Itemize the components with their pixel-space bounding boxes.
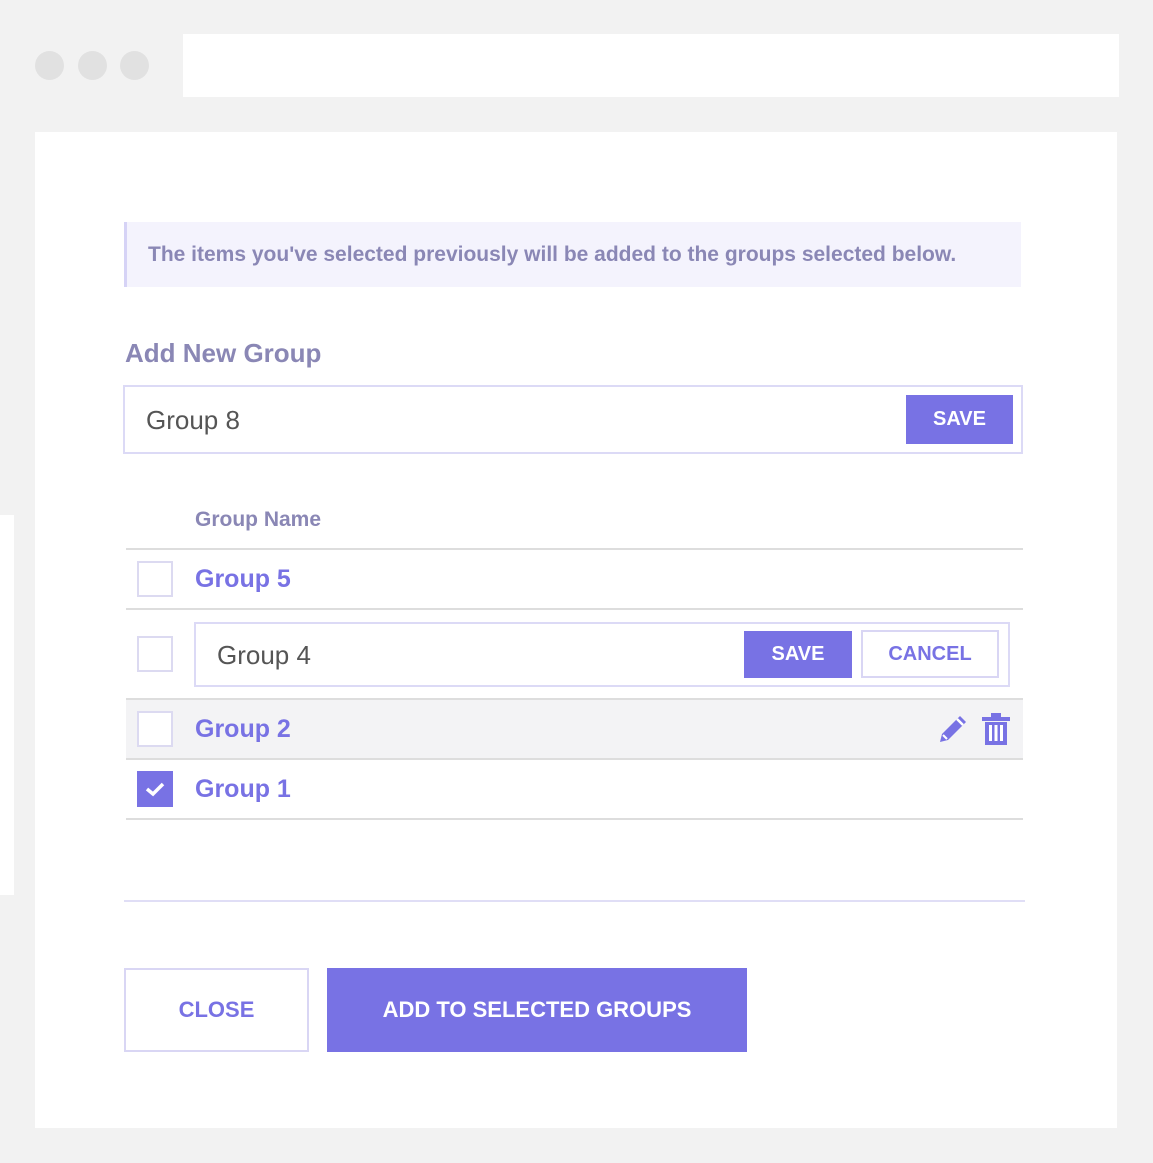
close-button[interactable]: CLOSE [124,968,309,1052]
group-5-label: Group 5 [195,565,291,593]
window-close-dot[interactable] [35,51,64,80]
group-2-label: Group 2 [195,715,291,743]
row-divider [126,608,1023,610]
add-new-group-title: Add New Group [125,338,322,368]
edit-group-input[interactable] [217,635,717,675]
window-maximize-dot[interactable] [120,51,149,80]
group-2-checkbox[interactable] [137,711,173,747]
row-divider [126,698,1023,700]
save-edit-button[interactable]: SAVE [744,631,852,678]
checkmark-icon [145,782,165,797]
add-to-selected-groups-button[interactable]: ADD TO SELECTED GROUPS [327,968,747,1052]
info-notice-text: The items you've selected previously wil… [148,242,957,266]
footer-divider [124,900,1025,902]
trash-icon[interactable] [978,711,1014,747]
table-header-divider [126,548,1023,550]
group-1-label: Group 1 [195,775,291,803]
row-divider [126,818,1023,820]
cancel-edit-button[interactable]: CANCEL [861,630,999,678]
window-minimize-dot[interactable] [78,51,107,80]
group-5-checkbox[interactable] [137,561,173,597]
row-divider [126,758,1023,760]
address-bar[interactable] [183,34,1119,97]
group-4-checkbox[interactable] [137,636,173,672]
info-notice: The items you've selected previously wil… [124,222,1021,287]
new-group-input[interactable] [146,400,846,440]
group-name-column-header: Group Name [195,508,322,531]
pencil-icon[interactable] [935,711,971,747]
save-new-group-button[interactable]: SAVE [906,395,1013,444]
background-page-edge [0,515,14,895]
group-1-checkbox[interactable] [137,771,173,807]
